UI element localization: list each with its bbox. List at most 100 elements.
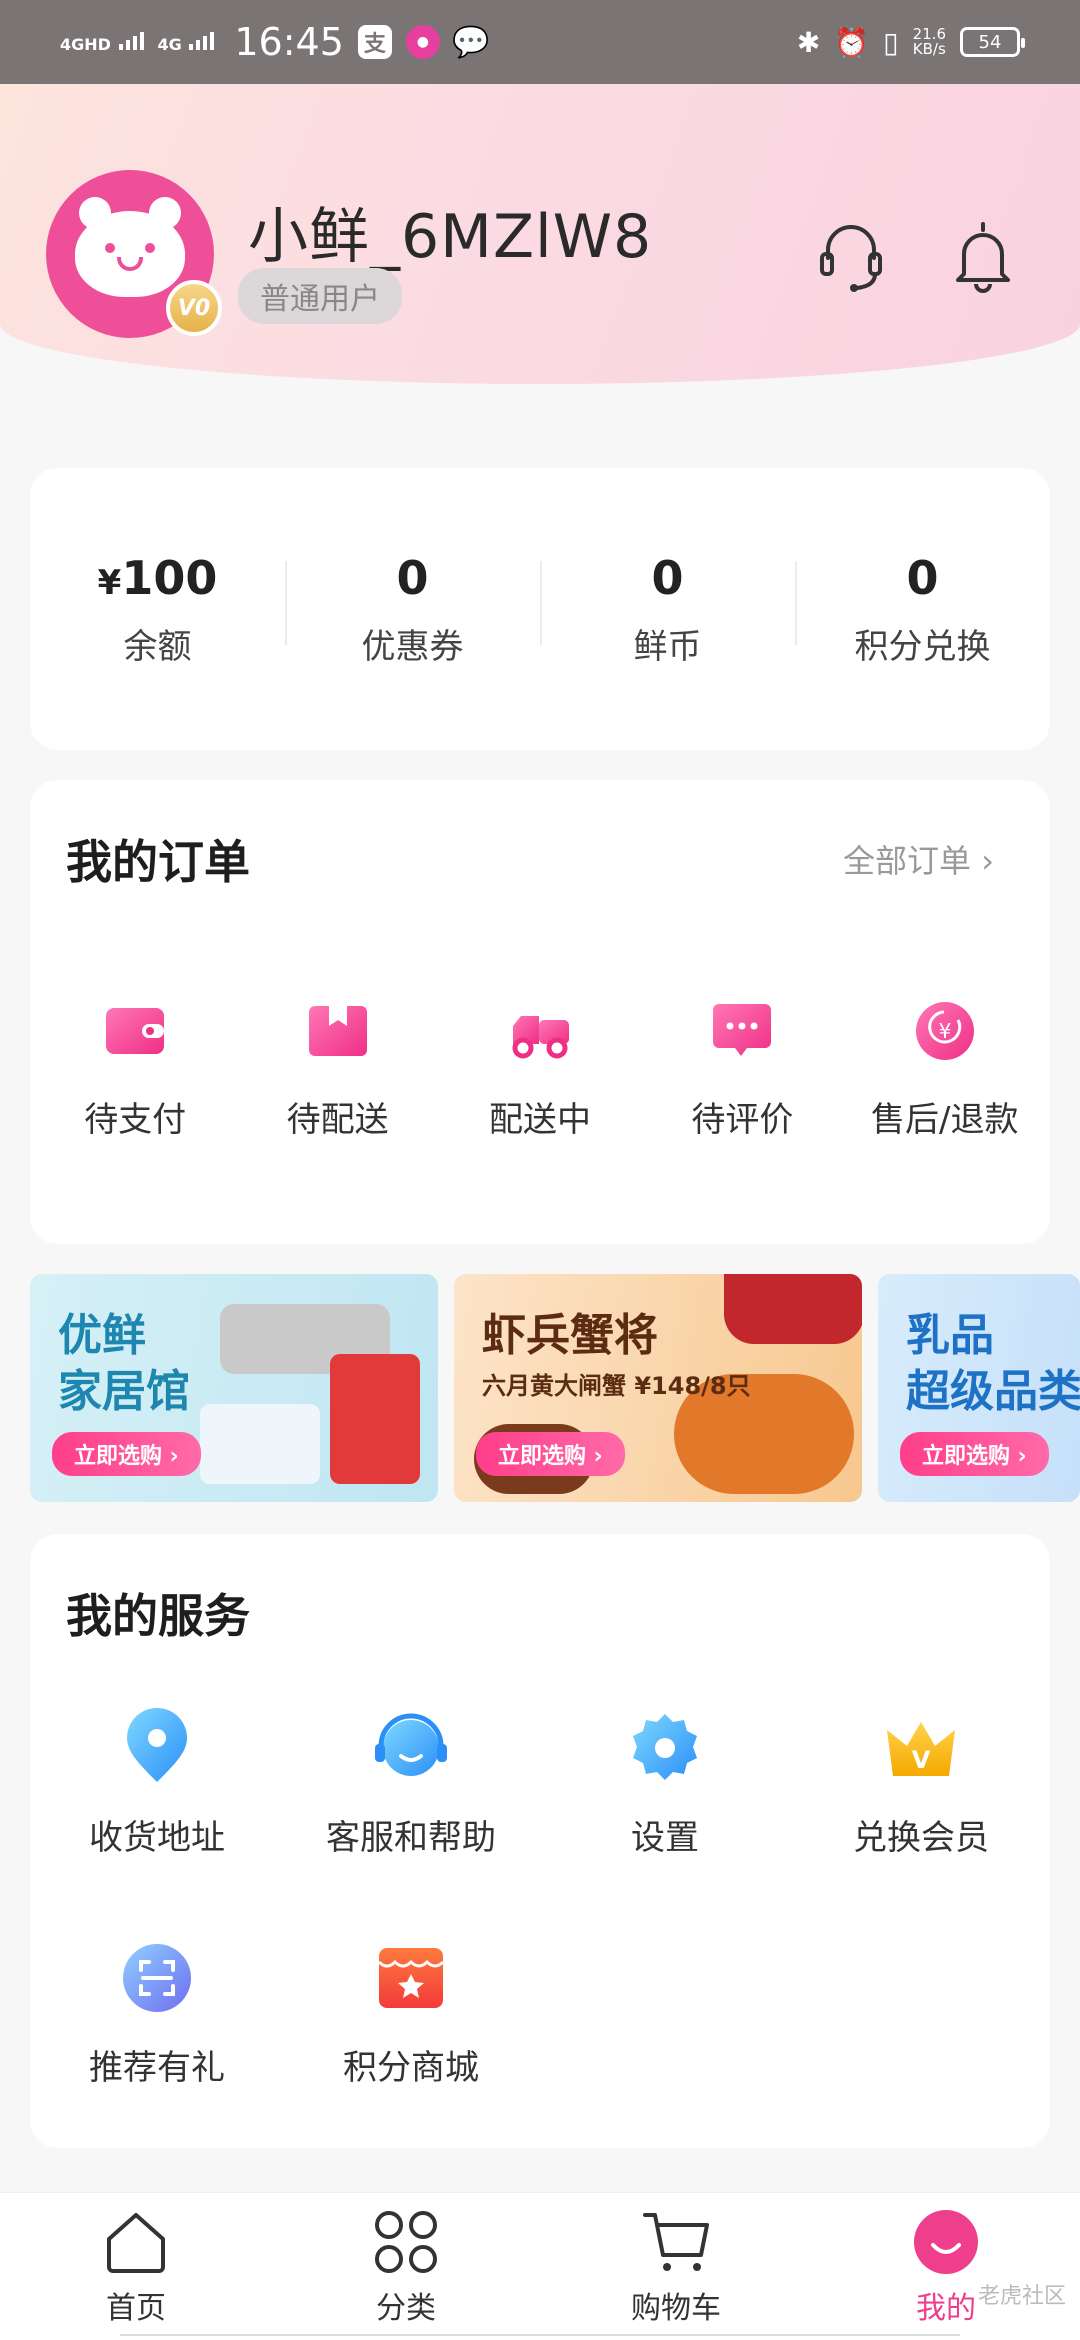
service-settings[interactable]: 设置 (540, 1708, 790, 1859)
shop-now-label: 立即选购 (498, 1444, 587, 1469)
promo-banner-dairy[interactable]: 乳品 超级品类 立即选购 › (878, 1274, 1080, 1502)
notification-bell-icon[interactable] (948, 216, 1018, 296)
tissue-image (200, 1404, 320, 1484)
service-label: 推荐有礼 (89, 2048, 225, 2088)
banner-title-line: 家居馆 (58, 1366, 190, 1417)
order-label: 待评价 (691, 1100, 794, 1140)
service-label: 客服和帮助 (326, 1818, 496, 1858)
services-title: 我的服务 (66, 1589, 250, 1643)
battery-icon: 54 (960, 27, 1025, 57)
banner-title: 乳品 超级品类 (906, 1308, 1080, 1420)
tab-label: 首页 (106, 2291, 166, 2326)
asset-label: 优惠券 (361, 626, 464, 667)
banner-title-line: 超级品类 (906, 1366, 1080, 1417)
service-points-mall[interactable]: 积分商城 (286, 1938, 536, 2089)
vibrate-icon: ▯ (883, 25, 899, 59)
order-delivering[interactable]: 配送中 (442, 996, 638, 1141)
shop-now-button[interactable]: 立即选购 › (476, 1432, 625, 1476)
location-pin-icon (127, 1708, 187, 1782)
service-label: 兑换会员 (853, 1818, 989, 1858)
signal-4g: 4G (157, 31, 215, 54)
order-pending-delivery[interactable]: 待配送 (240, 996, 436, 1141)
asset-value: 0 (651, 550, 684, 605)
package-icon (308, 1006, 367, 1056)
order-after-sales[interactable]: ¥ 售后/退款 (847, 996, 1043, 1141)
banner-title: 优鲜 家居馆 (58, 1308, 190, 1420)
asset-label: 余额 (123, 626, 192, 667)
home-icon (107, 2213, 165, 2273)
service-label: 设置 (631, 1818, 699, 1858)
currency-symbol: ¥ (97, 562, 122, 603)
service-address[interactable]: 收货地址 (32, 1708, 282, 1859)
service-label: 积分商城 (343, 2048, 479, 2088)
order-pending-review[interactable]: 待评价 (644, 996, 840, 1141)
alipay-icon: 支 (357, 25, 392, 59)
asset-value: ¥100 (30, 551, 285, 605)
shop-now-button[interactable]: 立即选购 › (900, 1432, 1049, 1476)
svg-text:¥: ¥ (938, 1019, 951, 1043)
signal-4ghd: 4GHD (60, 31, 144, 54)
bluetooth-icon: ✱ (796, 25, 821, 59)
asset-label: 鲜币 (633, 626, 702, 667)
status-left: 4GHD 4G 16:45 支 ● 💬 (60, 20, 490, 64)
service-referral[interactable]: 推荐有礼 (32, 1938, 282, 2089)
all-orders-link[interactable]: 全部订单 › (843, 836, 994, 882)
asset-points[interactable]: 0 积分兑换 (795, 551, 1050, 668)
order-pending-payment[interactable]: 待支付 (37, 996, 233, 1141)
bottom-tab-bar: 首页 分类 购物车 我的 老虎社区 (0, 2192, 1080, 2340)
comment-icon (713, 1004, 772, 1056)
crown-icon: V (887, 1722, 955, 1776)
tab-label: 分类 (376, 2291, 436, 2326)
tab-cart[interactable]: 购物车 (596, 2207, 756, 2327)
net-speed: 21.6 KB/s (913, 27, 946, 57)
asset-value: 0 (396, 550, 429, 605)
service-membership[interactable]: V 兑换会员 (796, 1708, 1046, 1859)
gear-icon (633, 1714, 697, 1780)
level-badge: V0 (166, 280, 222, 336)
order-label: 配送中 (488, 1100, 591, 1140)
shop-now-button[interactable]: 立即选购 › (52, 1432, 201, 1476)
shop-now-label: 立即选购 (74, 1444, 163, 1469)
asset-balance[interactable]: ¥100 余额 (30, 551, 285, 668)
chevron-right-icon: › (981, 842, 994, 880)
scan-icon (123, 1944, 191, 2012)
tab-category[interactable]: 分类 (326, 2207, 486, 2327)
store-icon (377, 1948, 445, 2008)
all-orders-label: 全部订单 (843, 842, 972, 880)
profile-smile-icon (914, 2210, 978, 2274)
status-bar: 4GHD 4G 16:45 支 ● 💬 ✱ ⏰ ▯ 21.6 KB/s 54 (0, 0, 1080, 84)
red-bag-image (724, 1274, 862, 1344)
watermark: 老虎社区 (977, 2284, 1066, 2309)
delivery-scooter-icon (512, 1016, 569, 1059)
signal-bars-icon (118, 31, 144, 50)
service-help[interactable]: 客服和帮助 (286, 1708, 536, 1859)
refund-icon: ¥ (915, 1002, 974, 1060)
banner-title-line: 优鲜 (58, 1310, 146, 1361)
signal-label-2: 4G (157, 34, 182, 54)
shop-now-label: 立即选购 (922, 1444, 1011, 1469)
banner-title: 虾兵蟹将 (482, 1310, 658, 1361)
promo-banner-carousel[interactable]: 优鲜 家居馆 立即选购 › 虾兵蟹将 六月黄大闸蟹 ¥148/8只 立即选购 ›… (30, 1274, 1080, 1502)
banner-title-line: 乳品 (906, 1310, 994, 1361)
tab-home[interactable]: 首页 (56, 2207, 216, 2327)
promo-banner-home[interactable]: 优鲜 家居馆 立即选购 › (30, 1274, 438, 1502)
asset-label: 积分兑换 (854, 626, 991, 667)
bear-eye (145, 243, 155, 253)
service-label: 收货地址 (89, 1818, 225, 1858)
asset-coins[interactable]: 0 鲜币 (540, 551, 795, 668)
order-label: 待支付 (84, 1100, 187, 1140)
bear-mouth (117, 257, 143, 271)
detergent-image (330, 1354, 420, 1484)
signal-label-1: 4GHD (60, 34, 111, 54)
my-profile-page: 4GHD 4G 16:45 支 ● 💬 ✱ ⏰ ▯ 21.6 KB/s 54 V… (0, 0, 1080, 2340)
banner-subtitle: 六月黄大闸蟹 ¥148/8只 (482, 1372, 751, 1400)
cart-icon (643, 2213, 709, 2271)
asset-coupons[interactable]: 0 优惠券 (285, 551, 540, 668)
customer-service-icon[interactable] (816, 216, 886, 296)
wechat-icon: 💬 (452, 24, 490, 60)
user-level-tag: 普通用户 (238, 268, 402, 324)
status-right: ✱ ⏰ ▯ 21.6 KB/s 54 (796, 25, 1025, 59)
alarm-icon: ⏰ (834, 25, 870, 59)
order-status-row: 待支付 待配送 配送中 待评价 ¥ 售后/退款 (30, 996, 1050, 1141)
promo-banner-crab[interactable]: 虾兵蟹将 六月黄大闸蟹 ¥148/8只 立即选购 › (454, 1274, 862, 1502)
